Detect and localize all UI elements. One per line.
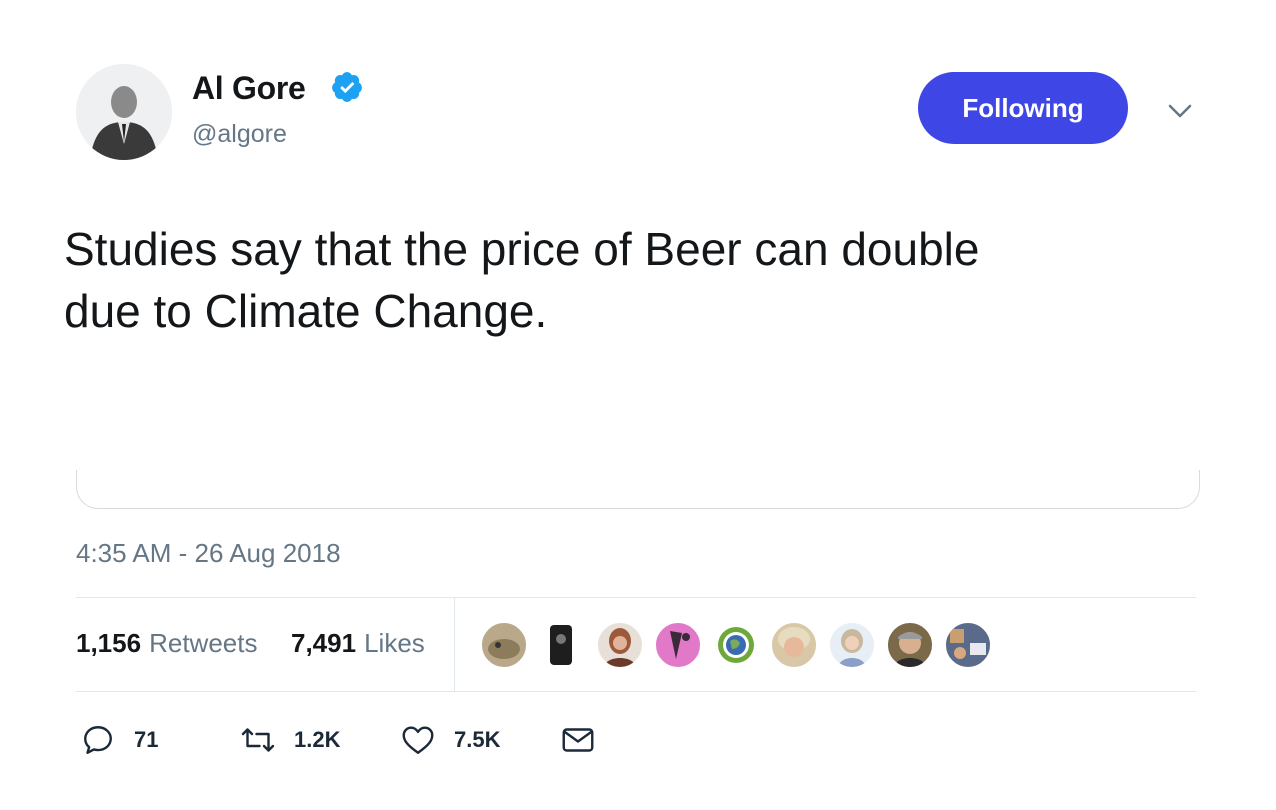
tweet-text-line: due to Climate Change. <box>64 285 548 337</box>
display-name[interactable]: Al Gore <box>192 70 306 107</box>
liker-avatar-7[interactable] <box>828 621 876 669</box>
retweets-count: 1,156 <box>76 628 142 658</box>
chevron-down-icon[interactable] <box>1166 100 1194 122</box>
tweet-text: Studies say that the price of Beer can d… <box>64 218 1184 342</box>
retweets-label: Retweets <box>149 628 258 658</box>
liker-avatar-8[interactable] <box>886 621 934 669</box>
retweet-button[interactable]: 1.2K <box>240 722 340 758</box>
direct-message-button[interactable] <box>560 722 596 758</box>
heart-icon <box>402 726 434 754</box>
divider <box>76 691 1196 692</box>
retweets-stat[interactable]: 1,156 Retweets <box>76 628 257 659</box>
vertical-divider <box>454 598 455 691</box>
tweet-timestamp[interactable]: 4:35 AM - 26 Aug 2018 <box>76 538 341 569</box>
retweet-icon <box>241 728 275 752</box>
retweet-count: 1.2K <box>294 727 341 752</box>
reply-count: 71 <box>134 727 159 752</box>
verified-badge-icon <box>330 70 364 104</box>
liker-avatar-1[interactable] <box>480 621 528 669</box>
divider <box>76 597 1196 598</box>
liker-avatar-2[interactable] <box>538 621 586 669</box>
liker-avatar-6[interactable] <box>770 621 818 669</box>
likes-label: Likes <box>364 628 425 658</box>
reply-icon <box>84 726 112 754</box>
liker-avatar-9[interactable] <box>944 621 992 669</box>
like-count: 7.5K <box>454 727 501 752</box>
like-button[interactable]: 7.5K <box>400 722 500 758</box>
tweet-text-line: Studies say that the price of Beer can d… <box>64 223 980 275</box>
liker-avatar-3[interactable] <box>596 621 644 669</box>
following-button[interactable]: Following <box>918 72 1128 144</box>
card-border <box>76 470 1200 509</box>
reply-button[interactable]: 71 <box>80 722 158 758</box>
liker-avatar-4[interactable] <box>654 621 702 669</box>
author-avatar[interactable] <box>76 64 172 160</box>
likes-stat[interactable]: 7,491 Likes <box>291 628 425 659</box>
envelope-icon <box>562 728 594 752</box>
likes-count: 7,491 <box>291 628 357 658</box>
user-handle[interactable]: @algore <box>192 120 287 149</box>
liker-avatar-5[interactable] <box>712 621 760 669</box>
profile-photo-icon <box>76 64 172 160</box>
